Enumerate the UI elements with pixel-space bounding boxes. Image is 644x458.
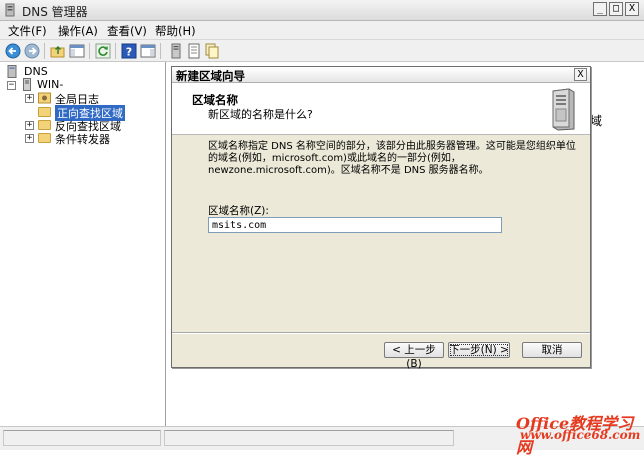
forward-arrow-icon[interactable] [24, 43, 40, 59]
zone-name-label: 区域名称(Z): [208, 205, 269, 217]
menu-view[interactable]: 查看(V) [107, 23, 147, 39]
status-cell [3, 430, 161, 446]
server-tower-icon [552, 88, 575, 131]
results-pane-text: 域 [590, 114, 603, 128]
folder-icon [38, 120, 51, 130]
expander-expand[interactable]: + [25, 134, 34, 143]
toolbar-separator [160, 43, 161, 59]
dns-server-icon [7, 65, 17, 78]
dns-app-icon [5, 3, 15, 17]
wizard-close-button[interactable]: X [574, 68, 587, 81]
folder-icon [38, 107, 51, 117]
svg-text:?: ? [126, 46, 132, 59]
menu-file[interactable]: 文件(F) [8, 23, 47, 39]
console-tree: DNS − WIN- + 全局日志 正向查找区域 + 反向查找区域 + 条件转发… [0, 62, 166, 426]
expander-expand[interactable]: + [25, 121, 34, 130]
maximize-button[interactable]: □ [609, 2, 623, 16]
wizard-header: 区域名称 新区域的名称是什么? [172, 83, 590, 135]
new-zone-wizard-dialog: 新建区域向导 X 区域名称 新区域的名称是什么? 区域名称指定 DNS 名称空间… [171, 66, 591, 370]
copy-icon[interactable] [204, 43, 220, 59]
toolbar-separator [115, 43, 116, 59]
server-icon[interactable] [168, 43, 184, 59]
menu-bar: 文件(F) 操作(A) 查看(V) 帮助(H) [0, 21, 644, 40]
help-icon[interactable]: ? [121, 43, 137, 59]
show-hide-tree-icon[interactable] [69, 43, 85, 59]
back-button[interactable]: < 上一步(B) [384, 342, 444, 370]
expander-expand[interactable]: + [25, 94, 34, 103]
close-button[interactable]: X [625, 2, 639, 16]
back-arrow-icon[interactable] [5, 43, 21, 59]
refresh-icon[interactable] [95, 43, 111, 59]
tree-label-dns: DNS [24, 65, 48, 78]
wizard-titlebar: 新建区域向导 X [172, 67, 590, 83]
action-pane-icon[interactable] [140, 43, 156, 59]
log-folder-icon [38, 92, 51, 104]
document-icon[interactable] [186, 43, 202, 59]
tree-node-dns[interactable]: DNS [6, 65, 126, 79]
wizard-page-subtitle: 新区域的名称是什么? [208, 108, 313, 121]
zone-name-input[interactable] [208, 217, 502, 233]
cancel-button[interactable]: 取消 [522, 342, 582, 358]
menu-action[interactable]: 操作(A) [58, 23, 98, 39]
toolbar-separator [89, 43, 90, 59]
menu-help[interactable]: 帮助(H) [155, 23, 196, 39]
wizard-divider [172, 332, 590, 334]
folder-icon [38, 133, 51, 143]
tree-node-conditional-forwarders[interactable]: 条件转发器 [38, 131, 158, 146]
status-cell [164, 430, 454, 446]
up-folder-icon[interactable] [50, 43, 66, 59]
tree-node-global-logs[interactable]: 全局日志 [38, 91, 158, 106]
toolbar: ? [0, 40, 644, 62]
expander-collapse[interactable]: − [7, 81, 16, 90]
watermark-url-text: www.office68.com [520, 428, 641, 442]
window-titlebar: DNS 管理器 _ □ X [0, 0, 644, 21]
tree-node-server[interactable]: WIN- [21, 78, 141, 92]
wizard-description: 区域名称指定 DNS 名称空间的部分，该部分由此服务器管理。这可能是您组织单位的… [208, 141, 576, 176]
tree-node-reverse-lookup-zones[interactable]: 反向查找区域 [38, 118, 158, 133]
minimize-button[interactable]: _ [593, 2, 607, 16]
wizard-title: 新建区域向导 [176, 69, 245, 83]
window-title: DNS 管理器 [22, 5, 88, 19]
tree-label-conditional-forwarders: 条件转发器 [55, 133, 110, 146]
tree-node-forward-lookup-zones[interactable]: 正向查找区域 [38, 105, 158, 121]
server-icon [23, 78, 31, 91]
toolbar-separator [44, 43, 45, 59]
tree-label-server: WIN- [37, 78, 64, 91]
next-button[interactable]: 下一步(N) > [448, 342, 510, 358]
